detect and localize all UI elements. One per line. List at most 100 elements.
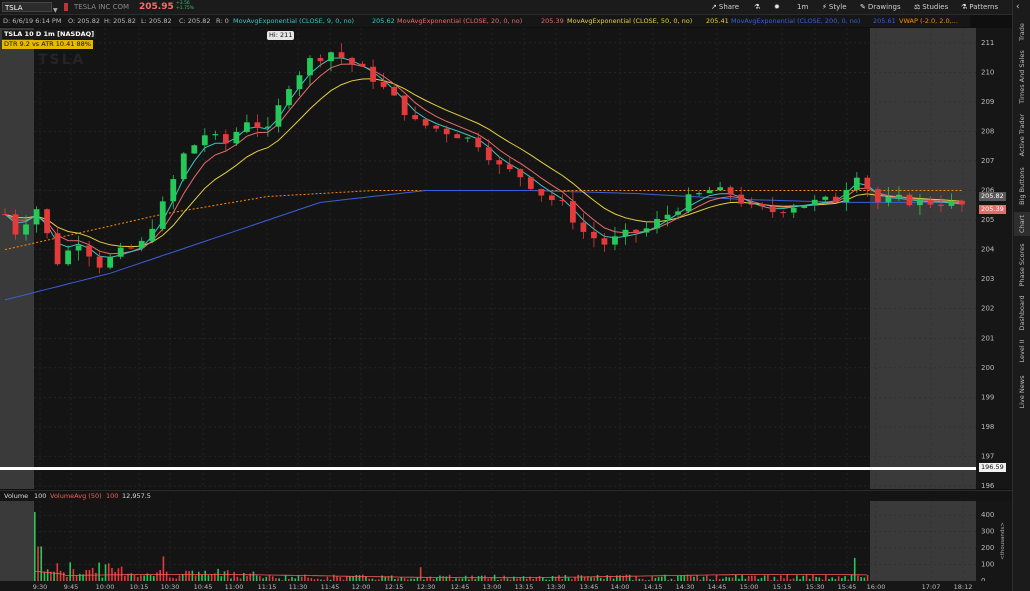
ema20-label[interactable]: MovAvgExponential (CLOSE, 20, 0, no) — [397, 15, 522, 27]
style-icon: ⚡ — [822, 3, 827, 11]
candle-body — [917, 200, 923, 206]
candle-body — [412, 115, 419, 120]
collapse-icon[interactable]: ‹ — [1016, 2, 1020, 12]
candle-body — [117, 247, 124, 257]
volume-bar — [104, 564, 107, 581]
tab-chart[interactable]: Chart — [1014, 212, 1030, 236]
volume-tick-label: 200 — [981, 544, 994, 552]
volume-regular-bg — [34, 501, 870, 581]
candle-body — [433, 125, 440, 129]
candle-body — [422, 119, 429, 126]
candle-body — [201, 135, 208, 146]
studies-button[interactable]: ⚖ Studies — [914, 0, 948, 14]
share-button[interactable]: ↗ Share — [711, 0, 739, 14]
time-tick-label: 12:00 — [352, 583, 371, 591]
volume-bar — [62, 572, 65, 581]
price-chart[interactable]: TSLA 21121020920820720620520420320220120… — [0, 28, 1012, 489]
horizontal-price-line[interactable] — [0, 467, 976, 470]
time-tick-label: 10:15 — [130, 583, 149, 591]
candle-body — [548, 195, 555, 201]
studies-icon: ⚖ — [914, 3, 921, 11]
symbol-input[interactable]: TSLA — [2, 2, 52, 12]
drawings-button[interactable]: ✎ Drawings — [860, 0, 901, 14]
volume-chart[interactable]: 4003002001000 <thousands> — [0, 501, 1012, 581]
candle-body — [401, 95, 408, 116]
candle-body — [170, 179, 177, 202]
candle-body — [443, 128, 450, 135]
candle-body — [633, 229, 639, 233]
candle-body — [149, 228, 156, 241]
interval-button[interactable]: 1m — [797, 0, 808, 14]
patterns-button[interactable]: ⚗ Patterns — [961, 0, 998, 14]
time-tick-label: 15:45 — [838, 583, 857, 591]
price-tick-label: 202 — [981, 305, 994, 313]
ema9-label[interactable]: MovAvgExponential (CLOSE, 9, 0, no) — [233, 15, 354, 27]
time-tick-label: 16:00 — [867, 583, 886, 591]
candle-body — [601, 238, 608, 245]
ema200-value: 205.61 — [873, 17, 896, 25]
volume-bar — [107, 563, 110, 581]
candle-body — [538, 188, 545, 196]
style-button[interactable]: ⚡ Style — [822, 0, 847, 14]
time-tick-label: 14:45 — [708, 583, 727, 591]
volume-bar — [40, 546, 43, 581]
candle-body — [275, 105, 282, 127]
tab-live-news[interactable]: Live News — [1014, 370, 1030, 414]
candle-body — [832, 196, 839, 203]
candle-body — [811, 199, 818, 206]
candle-body — [591, 231, 597, 239]
candle-body — [12, 214, 19, 235]
candle-body — [138, 240, 145, 248]
tab-phase-scores[interactable]: Phase Scores — [1014, 240, 1030, 290]
flag-icon[interactable] — [64, 3, 68, 11]
candle-body — [790, 207, 797, 213]
horizontal-line-label: 196.59 — [979, 463, 1006, 472]
ohlc-close: C: 205.82 — [179, 17, 211, 25]
tab-times-and-sales[interactable]: Times And Sales — [1014, 48, 1030, 106]
top-toolbar: TSLA ▼ TESLA INC COM 205.95 +3.56 +1.75%… — [0, 0, 1012, 15]
time-tick-label: 12:30 — [417, 583, 436, 591]
studies-legend: D: 6/6/19 6:14 PM O: 205.82 H: 205.82 L:… — [0, 15, 970, 27]
volume-bar — [69, 562, 71, 581]
time-tick-label: 12:15 — [385, 583, 404, 591]
tab-big-buttons[interactable]: Big Buttons — [1014, 163, 1030, 209]
candle-body — [822, 196, 829, 200]
flask-icon: ⚗ — [754, 3, 761, 11]
volume-bar — [233, 572, 235, 581]
tab-level-ii[interactable]: Level II — [1014, 336, 1030, 366]
candle-body — [896, 194, 902, 197]
time-tick-label: 17:07 — [922, 583, 941, 591]
candle-body — [569, 201, 576, 223]
candle-body — [359, 63, 366, 67]
high-label: Hi: 211 — [267, 31, 295, 40]
ema200-label[interactable]: MovAvgExponential (CLOSE, 200, 0, no) — [731, 15, 860, 27]
volume-bar — [217, 568, 219, 581]
volume-tick-label: 300 — [981, 528, 994, 536]
candle-body — [296, 75, 303, 90]
time-tick-label: 14:15 — [644, 583, 663, 591]
volume-bar — [120, 566, 123, 581]
time-tick-label: 15:00 — [740, 583, 759, 591]
ohlc-range: R: 0 — [216, 17, 229, 25]
time-tick-label: 14:00 — [611, 583, 630, 591]
settings-button[interactable]: ✹ — [774, 0, 782, 14]
time-tick-label: 10:45 — [194, 583, 213, 591]
ema50-label[interactable]: MovAvgExponential (CLOSE, 50, 0, no) — [567, 15, 692, 27]
volume-bar — [223, 571, 226, 581]
volume-bar — [34, 511, 36, 581]
tab-active-trader[interactable]: Active Trader — [1014, 110, 1030, 160]
candle-body — [317, 58, 324, 62]
price-change: +3.56 +1.75% — [176, 1, 194, 11]
price-tick-label: 200 — [981, 364, 994, 372]
tab-dashboard[interactable]: Dashboard — [1014, 293, 1030, 333]
ohlc-high: H: 205.82 — [104, 17, 136, 25]
candle-body — [527, 177, 534, 189]
candle-body — [380, 81, 387, 87]
price-tick-label: 201 — [981, 334, 994, 342]
candle-body — [959, 200, 965, 205]
tab-trade[interactable]: Trade — [1014, 20, 1030, 44]
time-tick-label: 11:15 — [258, 583, 277, 591]
vwap-label[interactable]: VWAP (-2.0, 2.0,... — [899, 15, 958, 27]
flask-button[interactable]: ⚗ — [754, 0, 762, 14]
symbol-dropdown-icon[interactable]: ▼ — [53, 4, 58, 14]
